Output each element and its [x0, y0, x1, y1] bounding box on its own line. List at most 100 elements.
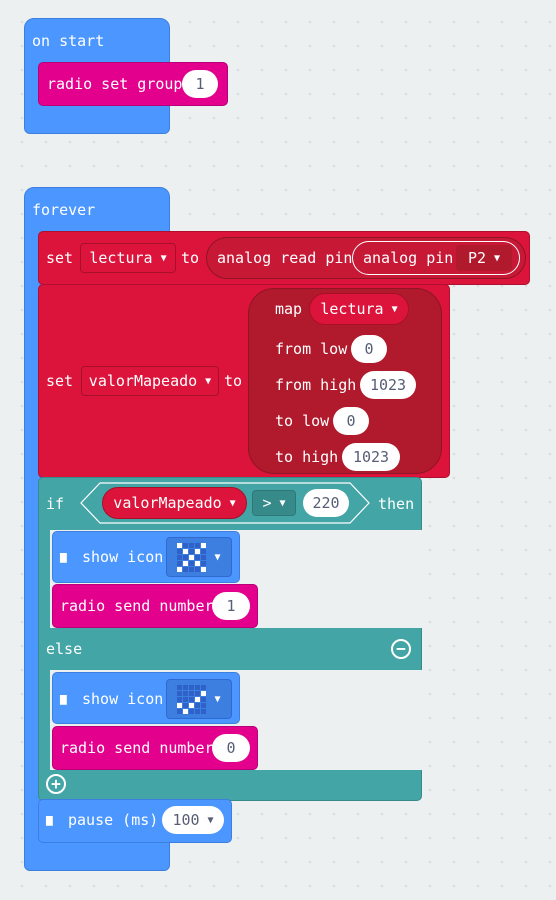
- chevron-down-icon: ▼: [207, 814, 214, 826]
- from-high-label: from high: [275, 376, 357, 394]
- led-grid-icon: [177, 542, 207, 572]
- forever-label: forever: [32, 201, 96, 219]
- led-pixel: [189, 702, 195, 708]
- led-pixel: [183, 702, 189, 708]
- from-low-label: from low: [275, 340, 348, 358]
- led-pixel: [189, 542, 195, 548]
- radio-send-number-label: radio send number: [60, 739, 214, 757]
- icon-picker-dropdown[interactable]: ▼: [166, 679, 232, 719]
- led-pixel: [183, 684, 189, 690]
- comparison-variable[interactable]: valorMapeado ▼: [102, 487, 247, 519]
- led-pixel: [183, 708, 189, 714]
- led-pixel: [201, 548, 207, 554]
- display-icon: ▆: [60, 550, 67, 563]
- led-pixel: [195, 548, 201, 554]
- led-pixel: [201, 702, 207, 708]
- led-pixel: [195, 702, 201, 708]
- display-icon: ▆: [46, 813, 53, 826]
- led-pixel: [183, 690, 189, 696]
- pause-duration-dropdown[interactable]: 100 ▼: [162, 806, 224, 834]
- led-pixel: [201, 542, 207, 548]
- led-pixel: [183, 560, 189, 566]
- led-pixel: [195, 696, 201, 702]
- led-pixel: [177, 554, 183, 560]
- led-pixel: [177, 566, 183, 572]
- to-low-input[interactable]: 0: [333, 407, 369, 435]
- led-pixel: [195, 566, 201, 572]
- variable-lectura-dropdown[interactable]: lectura ▼: [80, 243, 176, 273]
- led-pixel: [201, 690, 207, 696]
- led-pixel: [183, 548, 189, 554]
- chevron-down-icon: ▼: [214, 693, 221, 705]
- compare-value-input[interactable]: 220: [303, 489, 349, 517]
- led-pixel: [195, 560, 201, 566]
- display-icon: ▆: [60, 692, 67, 705]
- else-label: else: [46, 640, 83, 658]
- chevron-down-icon: ▼: [391, 303, 398, 315]
- radio-send-number-label: radio send number: [60, 597, 214, 615]
- chevron-down-icon: ▼: [214, 551, 221, 563]
- variable-mapeado-dropdown[interactable]: valorMapeado ▼: [81, 366, 219, 396]
- set-label: set: [46, 249, 74, 267]
- map-variable-dropdown[interactable]: lectura ▼: [309, 293, 409, 325]
- led-pixel: [201, 708, 207, 714]
- led-pixel: [195, 684, 201, 690]
- radio-group-value[interactable]: 1: [182, 70, 218, 98]
- analog-read-pin-label: analog read pin: [217, 249, 353, 267]
- led-pixel: [189, 560, 195, 566]
- led-grid-icon: [177, 684, 207, 714]
- led-pixel: [189, 708, 195, 714]
- led-pixel: [177, 696, 183, 702]
- then-label: then: [378, 495, 415, 513]
- show-icon-label: show icon: [82, 690, 164, 708]
- show-icon-label: show icon: [82, 548, 164, 566]
- led-pixel: [177, 548, 183, 554]
- led-pixel: [177, 542, 183, 548]
- led-pixel: [189, 690, 195, 696]
- add-else-if-button[interactable]: +: [46, 774, 66, 794]
- led-pixel: [201, 696, 207, 702]
- led-pixel: [195, 554, 201, 560]
- set-label: set: [46, 372, 74, 390]
- radio-send-value-input[interactable]: 1: [212, 592, 250, 620]
- led-pixel: [189, 554, 195, 560]
- remove-else-button[interactable]: −: [391, 639, 411, 659]
- to-label: to: [181, 249, 200, 267]
- pin-dropdown[interactable]: P2 ▼: [456, 245, 512, 271]
- chevron-down-icon: ▼: [160, 252, 167, 264]
- led-pixel: [195, 690, 201, 696]
- led-pixel: [183, 566, 189, 572]
- led-pixel: [189, 696, 195, 702]
- operator-dropdown[interactable]: > ▼: [252, 490, 296, 516]
- led-pixel: [177, 684, 183, 690]
- if-label: if: [46, 495, 65, 513]
- from-high-input[interactable]: 1023: [360, 371, 416, 399]
- pause-label: pause (ms): [68, 811, 159, 829]
- analog-pin-label: analog pin: [363, 249, 454, 267]
- led-pixel: [177, 702, 183, 708]
- radio-send-value-input[interactable]: 0: [212, 734, 250, 762]
- icon-picker-dropdown[interactable]: ▼: [166, 537, 232, 577]
- to-high-input[interactable]: 1023: [342, 443, 400, 471]
- led-pixel: [195, 708, 201, 714]
- map-label: map: [275, 300, 303, 318]
- to-high-label: to high: [275, 448, 339, 466]
- led-pixel: [183, 696, 189, 702]
- to-label: to: [224, 372, 243, 390]
- to-low-label: to low: [275, 412, 330, 430]
- led-pixel: [201, 560, 207, 566]
- chevron-down-icon: ▼: [279, 497, 286, 509]
- led-pixel: [189, 566, 195, 572]
- led-pixel: [183, 542, 189, 548]
- led-pixel: [183, 554, 189, 560]
- led-pixel: [195, 542, 201, 548]
- led-pixel: [201, 566, 207, 572]
- led-pixel: [189, 684, 195, 690]
- chevron-down-icon: ▼: [494, 252, 501, 264]
- chevron-down-icon: ▼: [205, 375, 212, 387]
- led-pixel: [201, 554, 207, 560]
- led-pixel: [177, 690, 183, 696]
- led-pixel: [201, 684, 207, 690]
- from-low-input[interactable]: 0: [351, 335, 387, 363]
- on-start-label: on start: [32, 32, 105, 50]
